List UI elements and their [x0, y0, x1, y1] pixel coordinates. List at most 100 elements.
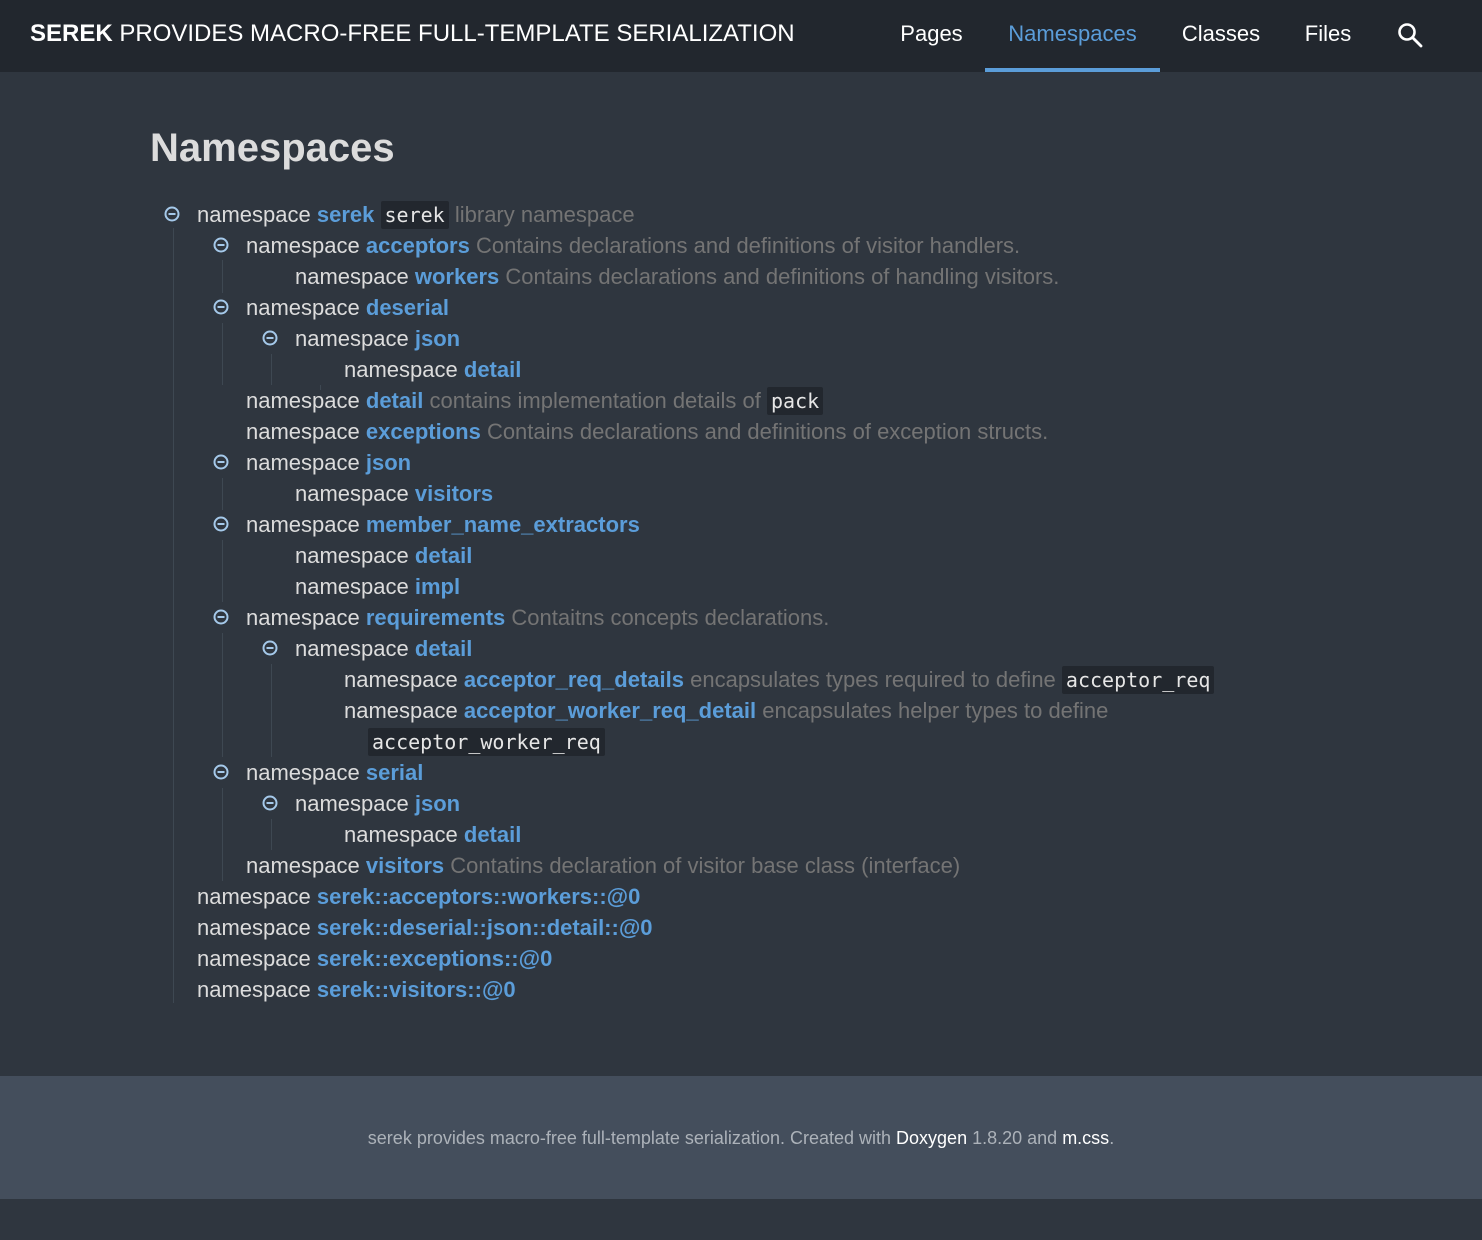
tree-guide-line	[173, 228, 174, 1003]
tree-row: namespace json	[246, 447, 411, 478]
tree-guide-line	[222, 788, 223, 881]
footer: serek provides macro-free full-template …	[0, 1076, 1482, 1199]
namespace-link[interactable]: serek	[317, 202, 375, 227]
namespace-link[interactable]: deserial	[366, 295, 449, 320]
site-brand[interactable]: SEREK PROVIDES MACRO-FREE FULL-TEMPLATE …	[30, 0, 795, 68]
namespace-link[interactable]: visitors	[415, 481, 493, 506]
tree-guide-line	[271, 664, 272, 757]
namespace-link[interactable]: member_name_extractors	[366, 512, 640, 537]
brand-rest: PROVIDES MACRO-FREE FULL-TEMPLATE SERIAL…	[119, 20, 795, 47]
nav-namespaces[interactable]: Namespaces	[985, 0, 1160, 72]
namespace-link[interactable]: serek::acceptors::workers::@0	[317, 884, 640, 909]
tree-row: namespace json	[295, 323, 460, 354]
tree-row: namespace acceptors Contains declaration…	[246, 230, 1020, 261]
namespace-keyword: namespace	[246, 388, 360, 413]
namespace-keyword: namespace	[344, 698, 458, 723]
namespace-keyword: namespace	[246, 853, 360, 878]
tree-guide-line	[222, 323, 223, 385]
namespace-link[interactable]: serek::visitors::@0	[317, 977, 516, 1002]
tree-row: namespace detail	[295, 633, 472, 664]
namespace-link[interactable]: json	[415, 791, 460, 816]
collapse-minus-icon[interactable]	[213, 609, 229, 625]
tree-row: namespace serek::visitors::@0	[197, 974, 516, 1005]
namespace-keyword: namespace	[295, 636, 409, 661]
namespace-keyword: namespace	[295, 543, 409, 568]
doxygen-link[interactable]: Doxygen	[896, 1128, 967, 1148]
namespace-link[interactable]: serial	[366, 760, 424, 785]
tree-row: namespace acceptor_req_details encapsula…	[344, 664, 1215, 695]
brand-bold: SEREK	[30, 20, 113, 47]
page-title: Namespaces	[150, 126, 395, 170]
collapse-minus-icon[interactable]	[164, 206, 180, 222]
namespace-link[interactable]: acceptor_req_details	[464, 667, 684, 692]
namespace-link[interactable]: acceptors	[366, 233, 470, 258]
namespace-link[interactable]: json	[415, 326, 460, 351]
namespace-keyword: namespace	[197, 977, 311, 1002]
namespace-keyword: namespace	[246, 450, 360, 475]
namespace-description: Contatins declaration of visitor base cl…	[450, 853, 961, 878]
namespace-link[interactable]: detail	[464, 357, 521, 382]
nav-files[interactable]: Files	[1288, 0, 1368, 68]
namespace-link[interactable]: detail	[415, 636, 472, 661]
namespace-code: acceptor_req	[1061, 666, 1215, 694]
tree-guide-line	[271, 819, 272, 850]
namespace-code: acceptor_worker_req	[368, 728, 605, 756]
tree-row: namespace requirements Contaitns concept…	[246, 602, 829, 633]
namespace-description: encapsulates helper types to define	[762, 698, 1109, 723]
tree-row: namespace visitors Contatins declaration…	[246, 850, 960, 881]
tree-row: namespace detail	[295, 540, 472, 571]
tree-row: namespace exceptions Contains declaratio…	[246, 416, 1048, 447]
namespace-description: Contains declarations and definitions of…	[486, 419, 1049, 444]
namespace-link[interactable]: workers	[415, 264, 499, 289]
namespace-link[interactable]: requirements	[366, 605, 505, 630]
namespace-keyword: namespace	[295, 264, 409, 289]
namespace-description: contains implementation details of	[429, 388, 761, 413]
namespace-description: Contaitns concepts declarations.	[511, 605, 830, 630]
tree-row: namespace impl	[295, 571, 460, 602]
collapse-minus-icon[interactable]	[213, 299, 229, 315]
namespace-link[interactable]: exceptions	[366, 419, 481, 444]
namespace-link[interactable]: serek::deserial::json::detail::@0	[317, 915, 653, 940]
tree-row: namespace serek::acceptors::workers::@0	[197, 881, 640, 912]
namespace-link[interactable]: json	[366, 450, 411, 475]
collapse-minus-icon[interactable]	[262, 795, 278, 811]
collapse-minus-icon[interactable]	[213, 516, 229, 532]
namespace-link[interactable]: serek::exceptions::@0	[317, 946, 552, 971]
tree-row: namespace serek serek library namespace	[197, 199, 635, 230]
namespace-keyword: namespace	[246, 760, 360, 785]
namespace-keyword: namespace	[246, 419, 360, 444]
namespace-link[interactable]: visitors	[366, 853, 444, 878]
collapse-minus-icon[interactable]	[262, 640, 278, 656]
namespace-keyword: namespace	[246, 512, 360, 537]
namespace-keyword: namespace	[197, 946, 311, 971]
namespace-link[interactable]: detail	[366, 388, 423, 413]
footer-suffix: .	[1109, 1128, 1115, 1148]
namespace-link[interactable]: detail	[415, 543, 472, 568]
tree-guide-line	[222, 478, 223, 510]
namespace-description: Contains declarations and definitions of…	[475, 233, 1021, 258]
namespace-keyword: namespace	[344, 357, 458, 382]
mcss-link[interactable]: m.css	[1062, 1128, 1109, 1148]
tree-row: namespace member_name_extractors	[246, 509, 640, 540]
namespace-link[interactable]: acceptor_worker_req_detail	[464, 698, 756, 723]
tree-guide-line	[271, 354, 272, 385]
top-navbar: SEREK PROVIDES MACRO-FREE FULL-TEMPLATE …	[0, 0, 1482, 72]
namespace-description: Contains declarations and definitions of…	[505, 264, 1060, 289]
tree-guide-line	[222, 260, 223, 293]
namespace-keyword: namespace	[197, 202, 311, 227]
tree-row: namespace serial	[246, 757, 423, 788]
nav-classes[interactable]: Classes	[1166, 0, 1276, 68]
namespace-keyword: namespace	[344, 667, 458, 692]
namespace-link[interactable]: detail	[464, 822, 521, 847]
tree-row: namespace detail	[344, 354, 521, 385]
namespace-link[interactable]: impl	[415, 574, 460, 599]
nav-pages[interactable]: Pages	[885, 0, 978, 68]
collapse-minus-icon[interactable]	[213, 764, 229, 780]
tree-row-continuation: acceptor_worker_req	[368, 726, 605, 757]
tree-row: namespace serek::deserial::json::detail:…	[197, 912, 653, 943]
collapse-minus-icon[interactable]	[213, 237, 229, 253]
collapse-minus-icon[interactable]	[213, 454, 229, 470]
collapse-minus-icon[interactable]	[262, 330, 278, 346]
search-icon[interactable]	[1396, 21, 1424, 49]
namespace-keyword: namespace	[197, 915, 311, 940]
